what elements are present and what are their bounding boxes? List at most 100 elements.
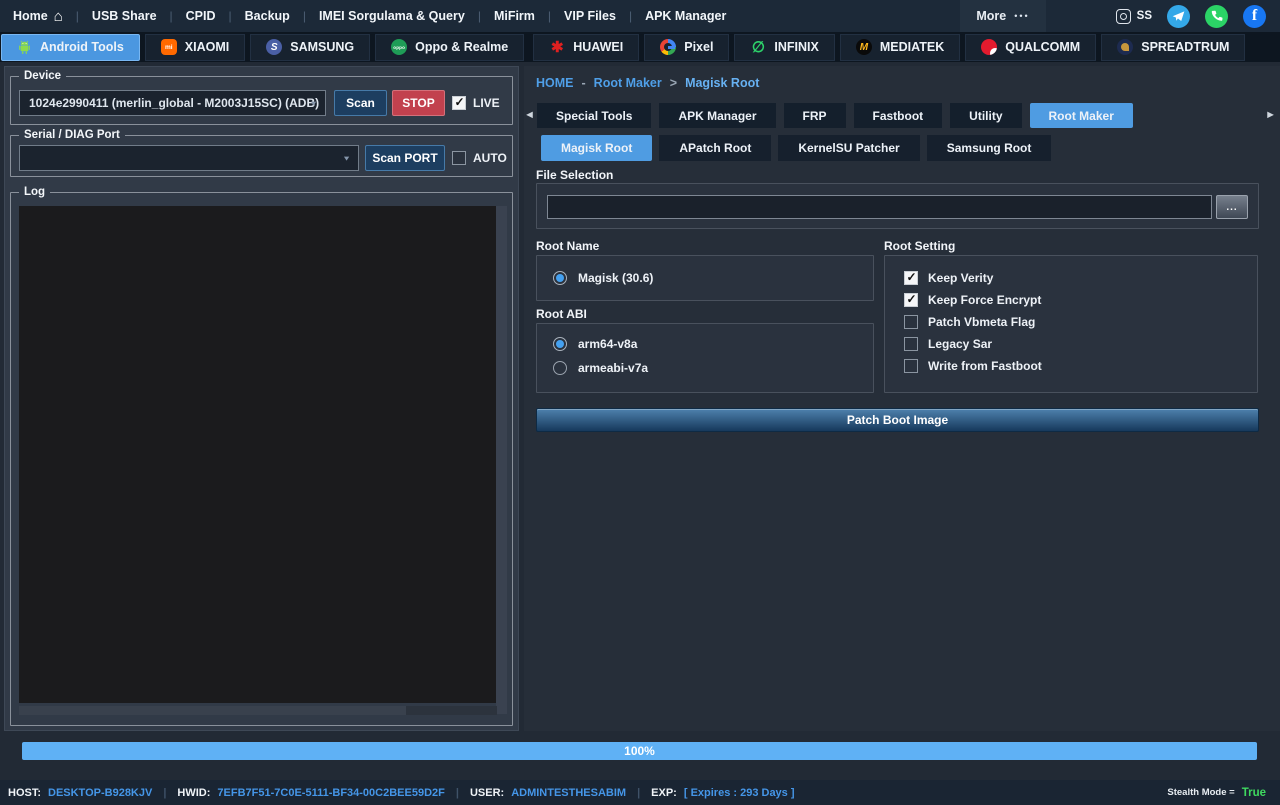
root-setting-label: Root Setting	[884, 239, 955, 253]
checkbox-unchecked-icon	[904, 315, 918, 329]
brand-tab-label: Oppo & Realme	[415, 40, 508, 54]
root-name-label: Root Name	[536, 239, 599, 253]
checkbox-write-from-fastboot[interactable]: Write from Fastboot	[904, 359, 1257, 373]
whatsapp-icon[interactable]	[1205, 5, 1228, 28]
checkbox-checked-icon	[904, 293, 918, 307]
menu-item-apk-manager[interactable]: APK Manager	[632, 0, 739, 32]
brand-tab-samsung[interactable]: S SAMSUNG	[250, 34, 370, 61]
facebook-f-glyph: f	[1252, 8, 1257, 24]
samsung-icon: S	[266, 39, 282, 55]
checkbox-keep-verity[interactable]: Keep Verity	[904, 271, 1257, 285]
tab-root-maker[interactable]: Root Maker	[1030, 103, 1133, 128]
brand-tab-label: INFINIX	[774, 40, 818, 54]
scrollbar-thumb[interactable]	[19, 706, 406, 715]
brand-tab-label: QUALCOMM	[1005, 40, 1080, 54]
menu-item-imei-query[interactable]: IMEI Sorgulama & Query	[306, 0, 478, 32]
tab-special-tools[interactable]: Special Tools	[537, 103, 651, 128]
brand-tab-huawei[interactable]: ✱ HUAWEI	[533, 34, 639, 61]
progress-bar: 100%	[22, 742, 1257, 760]
log-horizontal-scrollbar[interactable]	[19, 706, 497, 715]
brand-tab-label: SAMSUNG	[290, 40, 354, 54]
status-bar: HOST: DESKTOP-B928KJV | HWID: 7EFB7F51-7…	[0, 780, 1280, 805]
brand-tab-oppo-realme[interactable]: oppo Oppo & Realme	[375, 34, 524, 61]
breadcrumb-current-page: Magisk Root	[685, 76, 759, 90]
brand-tab-infinix[interactable]: ∅ INFINIX	[734, 34, 834, 61]
breadcrumb-root-maker[interactable]: Root Maker	[594, 76, 662, 90]
user-label: USER:	[470, 787, 504, 799]
brand-tab-xiaomi[interactable]: mi XIAOMI	[145, 34, 245, 61]
device-select[interactable]: 1024e2990411 (merlin_global - M2003J15SC…	[19, 90, 326, 116]
chevron-down-icon: ▼	[309, 99, 318, 107]
live-checkbox[interactable]: LIVE	[452, 96, 500, 110]
brand-tab-label: Pixel	[684, 40, 713, 54]
subtab-apatch-root[interactable]: APatch Root	[659, 135, 771, 161]
brand-tab-label: XIAOMI	[185, 40, 229, 54]
patch-boot-image-button[interactable]: Patch Boot Image	[536, 408, 1259, 432]
menu-item-home[interactable]: Home ⌂	[0, 0, 76, 32]
progress-percentage: 100%	[624, 744, 655, 758]
setting-label: Legacy Sar	[928, 337, 992, 351]
log-vertical-scrollbar[interactable]	[496, 206, 507, 714]
file-path-input[interactable]	[547, 195, 1212, 219]
infinix-icon: ∅	[750, 39, 766, 55]
radio-unselected-icon	[553, 361, 567, 375]
root-maker-panel: HOME - Root Maker > Magisk Root ◄ ► Spec…	[524, 66, 1280, 731]
brand-tab-pixel[interactable]: Pixel	[644, 34, 729, 61]
radio-arm64-v8a[interactable]: arm64-v8a	[553, 337, 637, 351]
serial-port-select[interactable]: ▼	[19, 145, 359, 171]
telegram-icon[interactable]	[1167, 5, 1190, 28]
auto-checkbox[interactable]: AUTO	[452, 151, 507, 165]
scan-port-button[interactable]: Scan PORT	[365, 145, 445, 171]
google-icon	[660, 39, 676, 55]
brand-tab-spreadtrum[interactable]: SPREADTRUM	[1101, 34, 1245, 61]
radio-armeabi-v7a[interactable]: armeabi-v7a	[553, 361, 648, 375]
tab-utility[interactable]: Utility	[950, 103, 1021, 128]
checkbox-keep-force-encrypt[interactable]: Keep Force Encrypt	[904, 293, 1257, 307]
hwid-value: 7EFB7F51-7C0E-5111-BF34-00C2BEE59D2F	[217, 787, 444, 799]
scan-button[interactable]: Scan	[334, 90, 387, 116]
subtab-kernelsu-patcher[interactable]: KernelSU Patcher	[778, 135, 919, 161]
tab-frp[interactable]: FRP	[784, 103, 846, 128]
subtab-samsung-root[interactable]: Samsung Root	[927, 135, 1052, 161]
more-menu[interactable]: More •••	[960, 0, 1045, 32]
tab-scroll-right-icon[interactable]: ►	[1265, 109, 1276, 121]
user-value: ADMINTESTHESABIM	[511, 787, 626, 799]
file-selection-box: ...	[536, 183, 1259, 229]
android-icon	[17, 40, 32, 55]
breadcrumb-home[interactable]: HOME	[536, 76, 574, 90]
radio-selected-icon	[553, 337, 567, 351]
browse-button[interactable]: ...	[1216, 195, 1248, 219]
menu-item-mifirm[interactable]: MiFirm	[481, 0, 548, 32]
menu-item-usb-share[interactable]: USB Share	[79, 0, 170, 32]
auto-label: AUTO	[473, 151, 507, 165]
checkbox-patch-vbmeta-flag[interactable]: Patch Vbmeta Flag	[904, 315, 1257, 329]
tab-scroll-left-icon[interactable]: ◄	[524, 109, 535, 121]
tab-apk-manager[interactable]: APK Manager	[659, 103, 775, 128]
menu-item-cpid[interactable]: CPID	[173, 0, 229, 32]
setting-label: Keep Force Encrypt	[928, 293, 1041, 307]
subtab-magisk-root[interactable]: Magisk Root	[541, 135, 652, 161]
setting-label: Keep Verity	[928, 271, 993, 285]
checkbox-legacy-sar[interactable]: Legacy Sar	[904, 337, 1257, 351]
device-group-label: Device	[19, 69, 66, 83]
device-select-value: 1024e2990411 (merlin_global - M2003J15SC…	[29, 96, 319, 110]
log-output[interactable]	[19, 206, 497, 703]
more-label: More	[976, 9, 1006, 23]
brand-tab-qualcomm[interactable]: QUALCOMM	[965, 34, 1096, 61]
xiaomi-icon: mi	[161, 39, 177, 55]
host-value: DESKTOP-B928KJV	[48, 787, 152, 799]
facebook-icon[interactable]: f	[1243, 5, 1266, 28]
menu-item-vip-files[interactable]: VIP Files	[551, 0, 629, 32]
serial-groupbox: Serial / DIAG Port ▼ Scan PORT AUTO	[10, 135, 513, 177]
brand-tab-android-tools[interactable]: Android Tools	[1, 34, 140, 61]
device-groupbox: Device 1024e2990411 (merlin_global - M20…	[10, 76, 513, 125]
root-abi-box: arm64-v8a armeabi-v7a	[536, 323, 874, 393]
tab-fastboot[interactable]: Fastboot	[854, 103, 943, 128]
top-menu-bar: Home ⌂ | USB Share | CPID | Backup | IME…	[0, 0, 1280, 32]
exp-value: [ Expires : 293 Days ]	[684, 787, 795, 799]
brand-tab-mediatek[interactable]: M MEDIATEK	[840, 34, 960, 61]
menu-item-backup[interactable]: Backup	[232, 0, 303, 32]
radio-magisk[interactable]: Magisk (30.6)	[553, 271, 653, 285]
stop-button[interactable]: STOP	[392, 90, 445, 116]
screenshot-button[interactable]: SS	[1116, 9, 1152, 24]
